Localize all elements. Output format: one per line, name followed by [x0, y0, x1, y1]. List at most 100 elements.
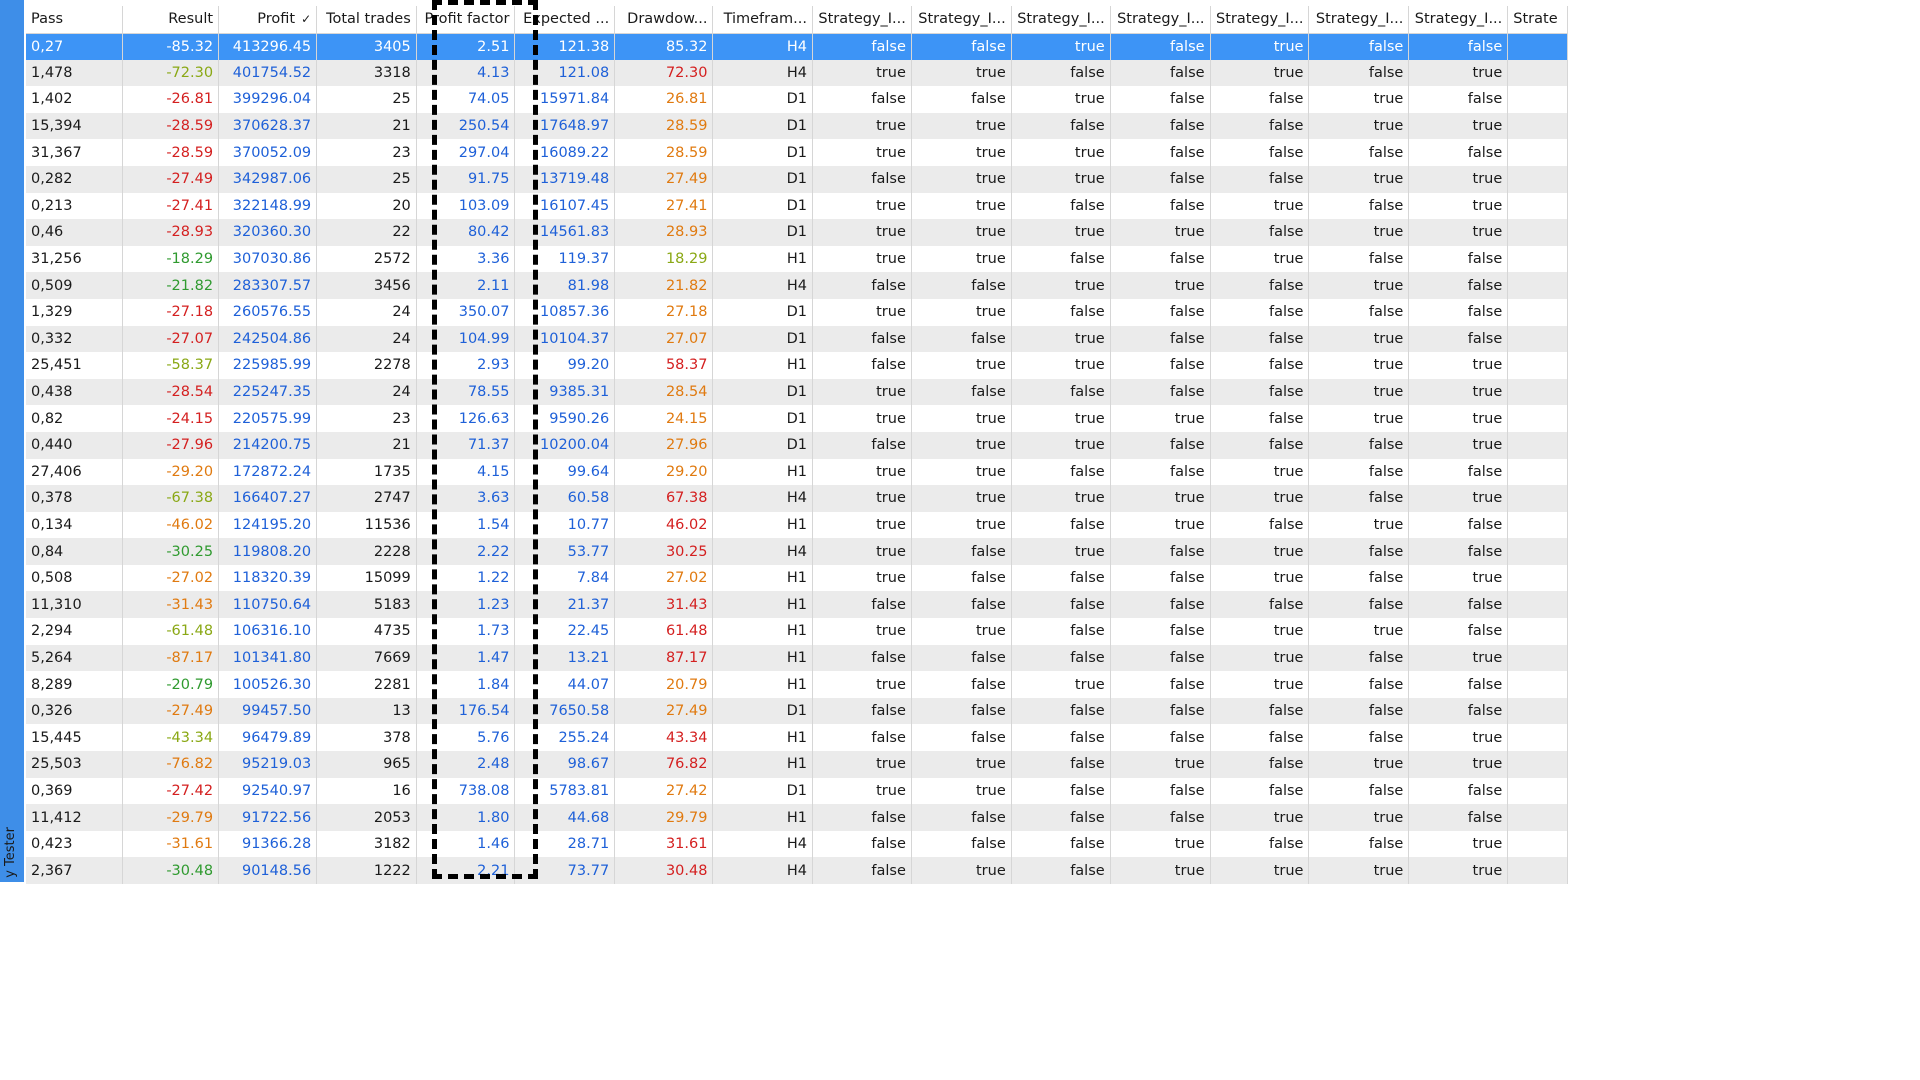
- cell-strategy-1: true: [812, 139, 912, 166]
- table-row[interactable]: 2,294 -61.48 106316.10 4735 1.73 22.45 61.48 H1…: [26, 618, 1568, 645]
- cell-strategy-2: false: [911, 538, 1012, 565]
- cell-result: -27.41: [122, 192, 220, 220]
- cell-strategy-2: true: [911, 298, 1012, 326]
- cell-total-trades: 5183: [316, 591, 417, 619]
- column-header-drawdown[interactable]: Drawdow...: [614, 6, 714, 34]
- table-row[interactable]: 15,394 -28.59 370628.37 21 250.54 17648.97 28.…: [26, 112, 1568, 140]
- cell-timeframe: H4: [712, 857, 813, 884]
- cell-profit: 90148.56: [218, 857, 318, 884]
- column-header-label: Strategy_I...: [1315, 11, 1404, 28]
- column-header-strategy-8[interactable]: Strate: [1507, 6, 1568, 34]
- cell-strategy-4: false: [1110, 671, 1211, 698]
- column-header-result[interactable]: Result: [122, 6, 220, 34]
- table-row[interactable]: 25,503 -76.82 95219.03 965 2.48 98.67 76.82 H1 t…: [26, 751, 1568, 778]
- cell-strategy-6: true: [1308, 272, 1410, 299]
- cell-strategy-1: true: [812, 298, 912, 326]
- cell-total-trades: 2572: [316, 245, 417, 273]
- table-row[interactable]: 31,256 -18.29 307030.86 2572 3.36 119.37 18.29…: [26, 245, 1568, 273]
- cell-strategy-3: false: [1011, 564, 1111, 592]
- cell-profit-factor: 1.80: [416, 804, 516, 831]
- cell-strategy-8: [1507, 804, 1568, 831]
- column-header-label: Profit factor: [424, 11, 510, 28]
- cell-profit-factor: 350.07: [416, 298, 516, 326]
- table-row[interactable]: 2,367 -30.48 90148.56 1222 2.21 73.77 30.48 H4 f…: [26, 857, 1568, 884]
- cell-strategy-3: false: [1011, 245, 1111, 273]
- table-row[interactable]: 0,423 -31.61 91366.28 3182 1.46 28.71 31.61 H4 f…: [26, 830, 1568, 858]
- side-panel-strip[interactable]: y Tester: [0, 0, 24, 882]
- table-row[interactable]: 0,46 -28.93 320360.30 22 80.42 14561.83 28.93 D…: [26, 219, 1568, 246]
- cell-strategy-7: true: [1408, 857, 1509, 884]
- cell-pass: 0,82: [26, 405, 123, 432]
- table-row[interactable]: 0,508 -27.02 118320.39 15099 1.22 7.84 27.02 H1…: [26, 564, 1568, 592]
- table-row[interactable]: 11,310 -31.43 110750.64 5183 1.23 21.37 31.43 H…: [26, 591, 1568, 619]
- table-row[interactable]: 1,478 -72.30 401754.52 3318 4.13 121.08 72.30 H…: [26, 59, 1568, 87]
- table-row[interactable]: 11,412 -29.79 91722.56 2053 1.80 44.68 29.79 H1…: [26, 804, 1568, 831]
- table-row[interactable]: 5,264 -87.17 101341.80 7669 1.47 13.21 87.17 H1…: [26, 644, 1568, 672]
- table-row[interactable]: 0,82 -24.15 220575.99 23 126.63 9590.26 24.15 D…: [26, 405, 1568, 432]
- cell-pass: 15,445: [26, 724, 123, 752]
- column-header-timeframe[interactable]: Timefram...: [712, 6, 813, 34]
- cell-strategy-4: true: [1110, 830, 1211, 858]
- table-row[interactable]: 27,406 -29.20 172872.24 1735 4.15 99.64 29.20 H…: [26, 458, 1568, 486]
- cell-strategy-4: true: [1110, 857, 1211, 884]
- column-header-strategy-7[interactable]: Strategy_I...: [1408, 6, 1509, 34]
- table-row[interactable]: 0,84 -30.25 119808.20 2228 2.22 53.77 30.25 H4 t…: [26, 538, 1568, 565]
- column-header-expected-payoff[interactable]: Expected ...: [514, 6, 616, 34]
- cell-strategy-7: true: [1408, 352, 1509, 379]
- cell-timeframe: D1: [712, 697, 813, 725]
- column-header-label: Pass: [31, 11, 64, 28]
- cell-strategy-5: true: [1210, 671, 1310, 698]
- column-header-total-trades[interactable]: Total trades: [316, 6, 417, 34]
- table-row[interactable]: 0,509 -21.82 283307.57 3456 2.11 81.98 21.82 H4…: [26, 272, 1568, 299]
- table-row[interactable]: 0,326 -27.49 99457.50 13 176.54 7650.58 27.49 D…: [26, 697, 1568, 725]
- cell-total-trades: 16: [316, 777, 417, 805]
- table-row[interactable]: 0,440 -27.96 214200.75 21 71.37 10200.04 27.96…: [26, 431, 1568, 459]
- column-header-strategy-4[interactable]: Strategy_I...: [1110, 6, 1211, 34]
- cell-pass: 25,451: [26, 352, 123, 379]
- cell-strategy-3: false: [1011, 857, 1111, 884]
- column-header-strategy-2[interactable]: Strategy_I...: [911, 6, 1012, 34]
- column-header-label: Drawdow...: [627, 11, 708, 28]
- column-header-strategy-1[interactable]: Strategy_I...: [812, 6, 912, 34]
- cell-profit-factor: 1.46: [416, 830, 516, 858]
- column-header-strategy-3[interactable]: Strategy_I...: [1011, 6, 1111, 34]
- table-row[interactable]: 1,402 -26.81 399296.04 25 74.05 15971.84 26.81…: [26, 86, 1568, 113]
- cell-strategy-4: true: [1110, 272, 1211, 299]
- cell-result: -27.07: [122, 325, 220, 353]
- cell-strategy-7: true: [1408, 405, 1509, 432]
- cell-expected-payoff: 16089.22: [514, 139, 616, 166]
- table-row[interactable]: 0,282 -27.49 342987.06 25 91.75 13719.48 27.49…: [26, 165, 1568, 193]
- table-row[interactable]: 0,378 -67.38 166407.27 2747 3.63 60.58 67.38 H4…: [26, 485, 1568, 512]
- table-row[interactable]: 0,213 -27.41 322148.99 20 103.09 16107.45 27.4…: [26, 192, 1568, 220]
- table-row[interactable]: 0,134 -46.02 124195.20 11536 1.54 10.77 46.02 H…: [26, 511, 1568, 539]
- cell-strategy-5: true: [1210, 564, 1310, 592]
- table-row[interactable]: 15,445 -43.34 96479.89 378 5.76 255.24 43.34 H1…: [26, 724, 1568, 752]
- cell-strategy-4: false: [1110, 618, 1211, 645]
- column-header-strategy-5[interactable]: Strategy_I...: [1210, 6, 1310, 34]
- cell-result: -21.82: [122, 272, 220, 299]
- table-row[interactable]: 1,329 -27.18 260576.55 24 350.07 10857.36 27.1…: [26, 298, 1568, 326]
- cell-strategy-5: true: [1210, 245, 1310, 273]
- cell-pass: 0,46: [26, 219, 123, 246]
- table-row[interactable]: 31,367 -28.59 370052.09 23 297.04 16089.22 28.…: [26, 139, 1568, 166]
- cell-result: -20.79: [122, 671, 220, 698]
- cell-profit: 118320.39: [218, 564, 318, 592]
- column-header-profit-factor[interactable]: Profit factor: [416, 6, 516, 34]
- cell-total-trades: 24: [316, 298, 417, 326]
- column-header-pass[interactable]: Pass: [26, 6, 123, 34]
- cell-total-trades: 2228: [316, 538, 417, 565]
- column-header-strategy-6[interactable]: Strategy_I...: [1308, 6, 1410, 34]
- table-row[interactable]: 0,438 -28.54 225247.35 24 78.55 9385.31 28.54 D…: [26, 378, 1568, 406]
- table-row[interactable]: 0,27 -85.32 413296.45 3405 2.51 121.38 85.32 H4…: [26, 33, 1568, 60]
- cell-strategy-6: true: [1308, 325, 1410, 353]
- cell-strategy-6: true: [1308, 405, 1410, 432]
- cell-expected-payoff: 16107.45: [514, 192, 616, 220]
- table-row[interactable]: 0,332 -27.07 242504.86 24 104.99 10104.37 27.0…: [26, 325, 1568, 353]
- cell-strategy-8: [1507, 59, 1568, 87]
- table-row[interactable]: 8,289 -20.79 100526.30 2281 1.84 44.07 20.79 H1…: [26, 671, 1568, 698]
- table-row[interactable]: 25,451 -58.37 225985.99 2278 2.93 99.20 58.37 H…: [26, 352, 1568, 379]
- cell-profit: 320360.30: [218, 219, 318, 246]
- cell-strategy-8: [1507, 192, 1568, 220]
- table-row[interactable]: 0,369 -27.42 92540.97 16 738.08 5783.81 27.42 D…: [26, 777, 1568, 805]
- column-header-profit[interactable]: Profit ✓: [218, 6, 318, 34]
